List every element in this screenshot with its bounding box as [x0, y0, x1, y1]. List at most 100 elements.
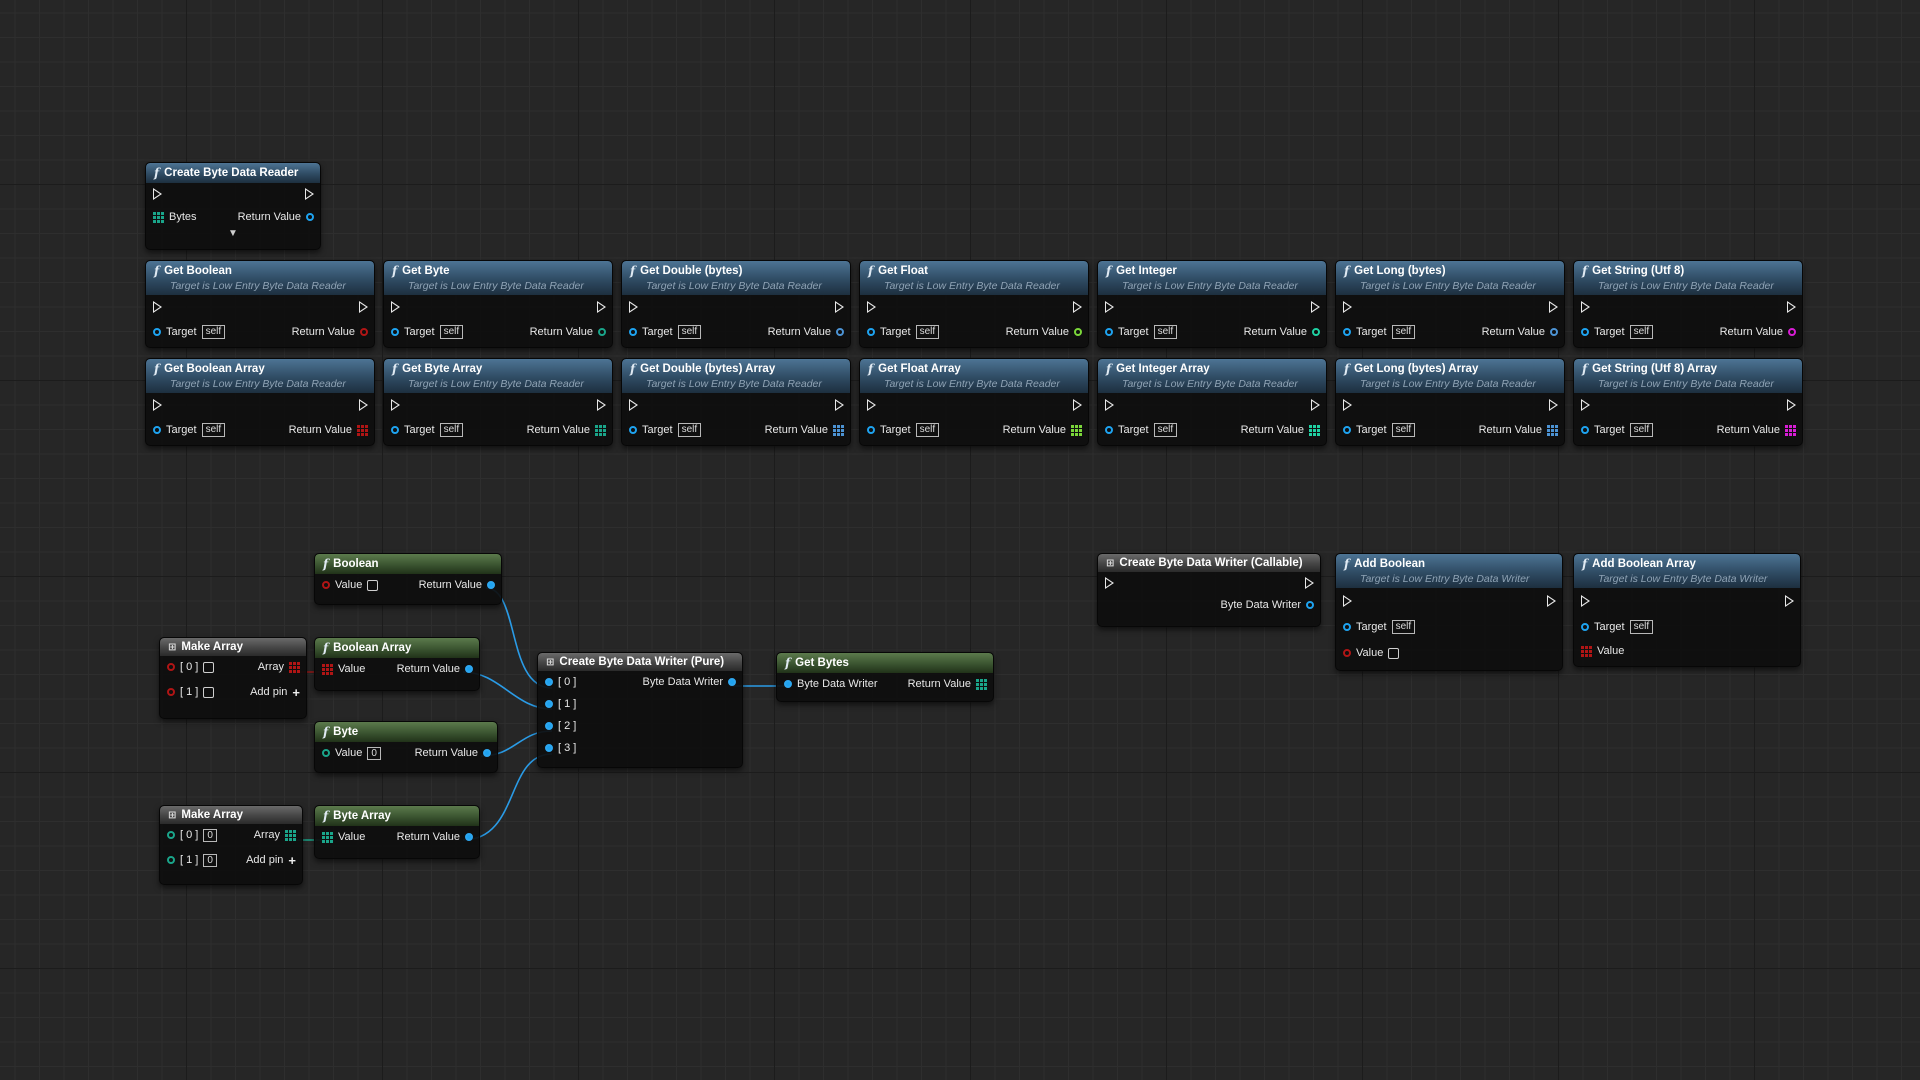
- object-pin[interactable]: [1105, 426, 1113, 434]
- getter-node[interactable]: f Get Integer Array Target is Low Entry By…: [1097, 358, 1327, 446]
- exec-in-pin[interactable]: [1343, 399, 1352, 411]
- object-pin[interactable]: [1306, 601, 1314, 609]
- exec-in-pin[interactable]: [1343, 595, 1352, 607]
- getter-node[interactable]: f Get Integer Target is Low Entry Byte Dat…: [1097, 260, 1327, 348]
- byte-array-pin[interactable]: [976, 678, 987, 690]
- value-checkbox[interactable]: [1388, 647, 1400, 659]
- value-checkbox[interactable]: [367, 579, 379, 591]
- object-pin[interactable]: [465, 833, 473, 841]
- exec-in-pin[interactable]: [867, 301, 876, 313]
- bool-array-pin[interactable]: [322, 663, 333, 675]
- exec-in-pin[interactable]: [153, 301, 162, 313]
- exec-out-pin[interactable]: [1073, 399, 1082, 411]
- return-pin[interactable]: [360, 328, 368, 336]
- object-pin[interactable]: [545, 722, 553, 730]
- exec-out-pin[interactable]: [1073, 301, 1082, 313]
- byte-array-pin[interactable]: [285, 829, 296, 841]
- exec-out-pin[interactable]: [359, 301, 368, 313]
- value-input[interactable]: 0: [203, 853, 217, 867]
- getter-node[interactable]: f Get Byte Array Target is Low Entry Byte …: [383, 358, 613, 446]
- create-byte-data-writer-callable-node[interactable]: ⊞ Create Byte Data Writer (Callable) Byte…: [1097, 553, 1321, 627]
- bool-array-pin[interactable]: [1581, 645, 1592, 657]
- array-pin[interactable]: [1309, 424, 1320, 436]
- byte-array-node[interactable]: f Byte Array Value Return Value: [314, 805, 480, 859]
- boolean-node[interactable]: f Boolean Value Return Value: [314, 553, 502, 605]
- exec-in-pin[interactable]: [1105, 577, 1114, 589]
- object-pin[interactable]: [629, 328, 637, 336]
- byte-pin[interactable]: [322, 749, 330, 757]
- object-pin[interactable]: [1343, 426, 1351, 434]
- object-pin[interactable]: [867, 426, 875, 434]
- getter-node[interactable]: f Get Long (bytes) Array Target is Low Ent…: [1335, 358, 1565, 446]
- array-pin[interactable]: [1785, 424, 1796, 436]
- expand-arrow-icon[interactable]: ▼: [146, 229, 320, 241]
- exec-out-pin[interactable]: [1305, 577, 1314, 589]
- object-pin[interactable]: [391, 426, 399, 434]
- getter-node[interactable]: f Get Long (bytes) Target is Low Entry Byt…: [1335, 260, 1565, 348]
- object-pin[interactable]: [1343, 328, 1351, 336]
- object-pin[interactable]: [545, 700, 553, 708]
- object-pin[interactable]: [1343, 623, 1351, 631]
- byte-pin[interactable]: [167, 831, 175, 839]
- exec-out-pin[interactable]: [835, 399, 844, 411]
- add-pin-label[interactable]: Add pin: [250, 686, 287, 698]
- return-pin[interactable]: [1312, 328, 1320, 336]
- make-array-node-1[interactable]: ⊞ Make Array [ 0 ] Array [ 1 ] Add pin +: [159, 637, 307, 719]
- exec-in-pin[interactable]: [391, 301, 400, 313]
- getter-node[interactable]: f Get Float Array Target is Low Entry Byte…: [859, 358, 1089, 446]
- exec-out-pin[interactable]: [359, 399, 368, 411]
- exec-out-pin[interactable]: [1787, 399, 1796, 411]
- exec-out-pin[interactable]: [1787, 301, 1796, 313]
- boolean-array-node[interactable]: f Boolean Array Value Return Value: [314, 637, 480, 691]
- bool-array-pin[interactable]: [289, 661, 300, 673]
- array-pin[interactable]: [595, 424, 606, 436]
- exec-out-pin[interactable]: [1547, 595, 1556, 607]
- object-pin[interactable]: [545, 744, 553, 752]
- value-checkbox[interactable]: [203, 686, 215, 698]
- bool-pin[interactable]: [167, 663, 175, 671]
- exec-out-pin[interactable]: [305, 188, 314, 200]
- exec-in-pin[interactable]: [629, 301, 638, 313]
- exec-out-pin[interactable]: [1549, 301, 1558, 313]
- make-array-node-2[interactable]: ⊞ Make Array [ 0 ] 0 Array [ 1 ] 0 Add pin +: [159, 805, 303, 885]
- object-pin[interactable]: [465, 665, 473, 673]
- object-pin[interactable]: [784, 680, 792, 688]
- object-pin[interactable]: [306, 213, 314, 221]
- exec-in-pin[interactable]: [1343, 301, 1352, 313]
- exec-in-pin[interactable]: [867, 399, 876, 411]
- get-bytes-node[interactable]: f Get Bytes Byte Data Writer Return Value: [776, 652, 994, 702]
- add-pin-icon[interactable]: +: [292, 685, 300, 700]
- return-pin[interactable]: [836, 328, 844, 336]
- getter-node[interactable]: f Get String (Utf 8) Target is Low Entry B…: [1573, 260, 1803, 348]
- object-pin[interactable]: [483, 749, 491, 757]
- object-pin[interactable]: [629, 426, 637, 434]
- array-pin[interactable]: [1071, 424, 1082, 436]
- value-input[interactable]: 0: [367, 746, 381, 760]
- value-checkbox[interactable]: [203, 661, 215, 673]
- exec-in-pin[interactable]: [1105, 399, 1114, 411]
- object-pin[interactable]: [1581, 328, 1589, 336]
- byte-array-pin[interactable]: [322, 831, 333, 843]
- object-pin[interactable]: [153, 426, 161, 434]
- return-pin[interactable]: [1074, 328, 1082, 336]
- object-pin[interactable]: [487, 581, 495, 589]
- object-pin[interactable]: [545, 678, 553, 686]
- array-pin[interactable]: [833, 424, 844, 436]
- object-pin[interactable]: [1105, 328, 1113, 336]
- exec-in-pin[interactable]: [629, 399, 638, 411]
- exec-in-pin[interactable]: [153, 399, 162, 411]
- object-pin[interactable]: [867, 328, 875, 336]
- bool-pin[interactable]: [1343, 649, 1351, 657]
- create-byte-data-reader-node[interactable]: f Create Byte Data Reader Bytes Return Va…: [145, 162, 321, 250]
- object-pin[interactable]: [1581, 426, 1589, 434]
- byte-array-pin[interactable]: [153, 211, 164, 223]
- getter-node[interactable]: f Get Double (bytes) Array Target is Low E…: [621, 358, 851, 446]
- return-pin[interactable]: [1788, 328, 1796, 336]
- byte-pin[interactable]: [167, 856, 175, 864]
- array-pin[interactable]: [1547, 424, 1558, 436]
- exec-out-pin[interactable]: [1311, 399, 1320, 411]
- add-pin-icon[interactable]: +: [288, 853, 296, 868]
- add-boolean-node[interactable]: f Add Boolean Target is Low Entry Byte Dat…: [1335, 553, 1563, 671]
- exec-out-pin[interactable]: [597, 301, 606, 313]
- bool-pin[interactable]: [167, 688, 175, 696]
